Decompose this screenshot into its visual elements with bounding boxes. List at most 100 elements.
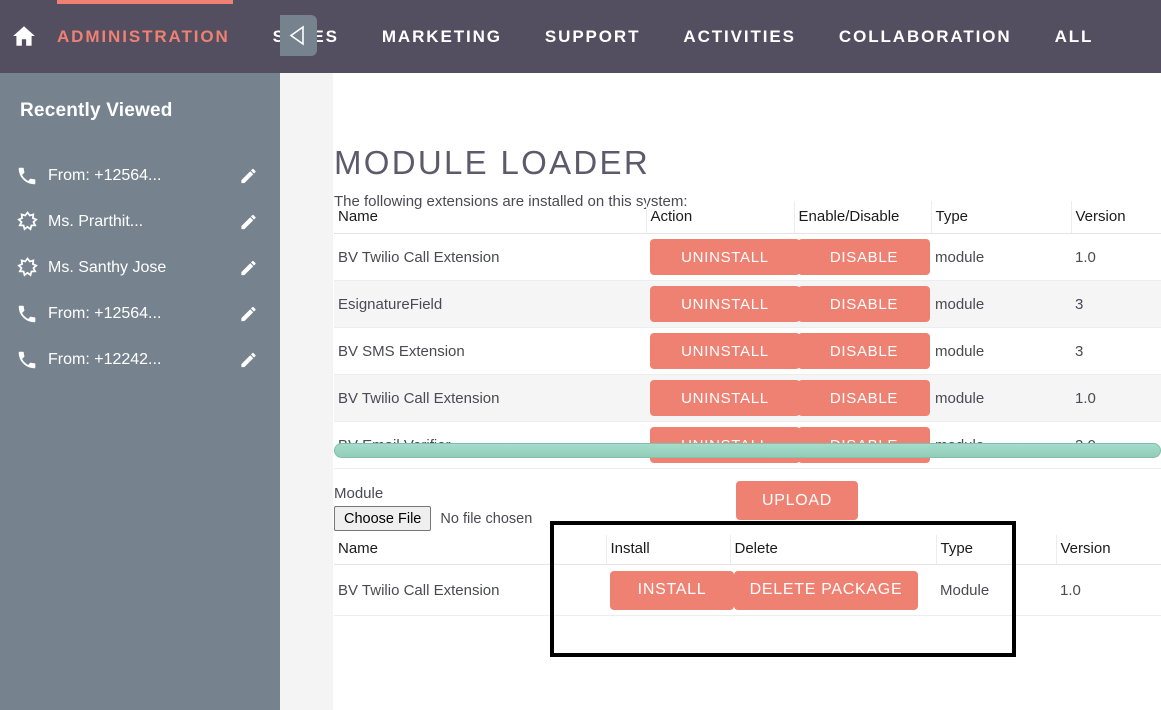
cell-name: EsignatureField <box>334 280 646 328</box>
cell-enable-disable: DISABLE <box>794 280 931 328</box>
column-header-delete: Delete <box>730 535 937 565</box>
page-title: MODULE LOADER <box>334 144 650 182</box>
home-icon[interactable] <box>11 23 37 49</box>
cell-install: INSTALL <box>606 564 734 616</box>
horizontal-scrollbar[interactable] <box>334 443 1161 458</box>
cell-version: 1.0 <box>1071 233 1161 281</box>
nav-menu: ADMINISTRATION SALES MARKETING SUPPORT A… <box>57 0 1093 73</box>
installed-extensions-table-wrapper[interactable]: Name Action Enable/Disable Type Version … <box>334 201 1161 516</box>
content-gutter <box>280 73 333 710</box>
nav-item-support[interactable]: SUPPORT <box>545 27 640 47</box>
cell-enable-disable: DISABLE <box>794 233 931 281</box>
uninstall-button[interactable]: UNINSTALL <box>650 380 800 416</box>
list-item[interactable]: From: +12242... <box>0 337 280 383</box>
list-item-label: From: +12564... <box>48 305 162 322</box>
pencil-icon[interactable] <box>239 259 258 278</box>
delete-package-button[interactable]: DELETE PACKAGE <box>734 570 918 610</box>
cell-version: 1.0 <box>1056 564 1161 616</box>
disable-button[interactable]: DISABLE <box>798 333 930 369</box>
choose-file-button[interactable]: Choose File <box>334 506 432 531</box>
list-item[interactable]: From: +12564... <box>0 153 280 199</box>
sidebar: Recently Viewed From: +12564... Ms. Prar… <box>0 73 280 710</box>
column-header-type: Type <box>936 535 1057 565</box>
cell-name: BV Twilio Call Extension <box>334 374 646 422</box>
cell-action: UNINSTALL <box>646 280 800 328</box>
pencil-icon[interactable] <box>239 351 258 370</box>
install-button[interactable]: INSTALL <box>610 570 734 610</box>
column-header-name: Name <box>334 535 607 565</box>
installed-extensions-table: Name Action Enable/Disable Type Version … <box>334 201 1161 469</box>
disable-button[interactable]: DISABLE <box>798 380 930 416</box>
list-item-label: Ms. Prarthit... <box>48 213 144 230</box>
cell-version: 3 <box>1071 327 1161 375</box>
no-file-chosen-label: No file chosen <box>440 510 533 527</box>
package-table-wrapper: Name Install Delete Type Version BV Twil… <box>334 535 1161 658</box>
list-item-label: Ms. Santhy Jose <box>48 259 167 276</box>
cell-empty <box>730 616 936 659</box>
pencil-icon[interactable] <box>239 213 258 232</box>
pencil-icon[interactable] <box>239 167 258 186</box>
cell-empty <box>936 616 1056 659</box>
cell-enable-disable: DISABLE <box>794 327 931 375</box>
cell-name: BV SMS Extension <box>334 327 646 375</box>
disable-button[interactable]: DISABLE <box>798 239 930 275</box>
cell-type: Module <box>936 564 1056 616</box>
cell-type: module <box>931 280 1071 328</box>
cell-action: UNINSTALL <box>646 233 800 281</box>
uninstall-button[interactable]: UNINSTALL <box>650 239 800 275</box>
table-empty-row <box>334 616 1161 659</box>
upload-button-container: UPLOAD <box>736 481 858 520</box>
column-header-version: Version <box>1056 535 1161 565</box>
table-header-row: Name Action Enable/Disable Type Version <box>334 201 1161 234</box>
sidebar-title: Recently Viewed <box>20 100 173 121</box>
cell-action: UNINSTALL <box>646 327 800 375</box>
sidebar-collapse-button[interactable] <box>280 15 317 56</box>
column-header-name: Name <box>334 201 647 234</box>
cell-delete: DELETE PACKAGE <box>730 564 936 616</box>
uninstall-button[interactable]: UNINSTALL <box>650 333 800 369</box>
list-item[interactable]: Ms. Prarthit... <box>0 199 280 245</box>
cell-empty <box>1056 616 1161 659</box>
table-row: EsignatureField UNINSTALL DISABLE module… <box>334 280 1161 328</box>
uninstall-button[interactable]: UNINSTALL <box>650 286 800 322</box>
cell-type: module <box>931 233 1071 281</box>
contact-star-icon <box>14 256 40 280</box>
list-item-label: From: +12242... <box>48 351 162 368</box>
nav-item-activities[interactable]: ACTIVITIES <box>683 27 796 47</box>
pencil-icon[interactable] <box>239 305 258 324</box>
cell-name: BV Twilio Call Extension <box>334 564 606 616</box>
recently-viewed-list: From: +12564... Ms. Prarthit... Ms. Sant… <box>0 153 280 383</box>
list-item[interactable]: From: +12564... <box>0 291 280 337</box>
cell-name: BV Twilio Call Extension <box>334 233 646 281</box>
cell-type: module <box>931 374 1071 422</box>
column-header-enable-disable: Enable/Disable <box>794 201 932 234</box>
column-header-version: Version <box>1071 201 1161 234</box>
cell-action: UNINSTALL <box>646 374 800 422</box>
cell-type: module <box>931 327 1071 375</box>
nav-item-all[interactable]: ALL <box>1055 27 1094 47</box>
table-row: BV Twilio Call Extension UNINSTALL DISAB… <box>334 233 1161 281</box>
column-header-type: Type <box>931 201 1072 234</box>
column-header-install: Install <box>606 535 731 565</box>
list-item[interactable]: Ms. Santhy Jose <box>0 245 280 291</box>
table-row: BV Twilio Call Extension INSTALL DELETE … <box>334 564 1161 616</box>
triangle-left-icon <box>289 25 304 46</box>
module-field-label: Module <box>334 485 384 502</box>
nav-item-administration[interactable]: ADMINISTRATION <box>57 27 230 47</box>
nav-item-marketing[interactable]: MARKETING <box>382 27 502 47</box>
cell-empty <box>606 616 730 659</box>
upload-button[interactable]: UPLOAD <box>736 481 858 520</box>
phone-icon <box>14 164 40 188</box>
table-header-row: Name Install Delete Type Version <box>334 535 1161 565</box>
package-table: Name Install Delete Type Version BV Twil… <box>334 535 1161 658</box>
phone-icon <box>14 302 40 326</box>
cell-version: 1.0 <box>1071 374 1161 422</box>
nav-item-collaboration[interactable]: COLLABORATION <box>839 27 1012 47</box>
contact-star-icon <box>14 210 40 234</box>
cell-empty <box>334 616 606 659</box>
list-item-label: From: +12564... <box>48 167 162 184</box>
top-navigation-bar: ADMINISTRATION SALES MARKETING SUPPORT A… <box>0 0 1161 73</box>
disable-button[interactable]: DISABLE <box>798 286 930 322</box>
cell-enable-disable: DISABLE <box>794 374 931 422</box>
table-row: BV Twilio Call Extension UNINSTALL DISAB… <box>334 374 1161 422</box>
